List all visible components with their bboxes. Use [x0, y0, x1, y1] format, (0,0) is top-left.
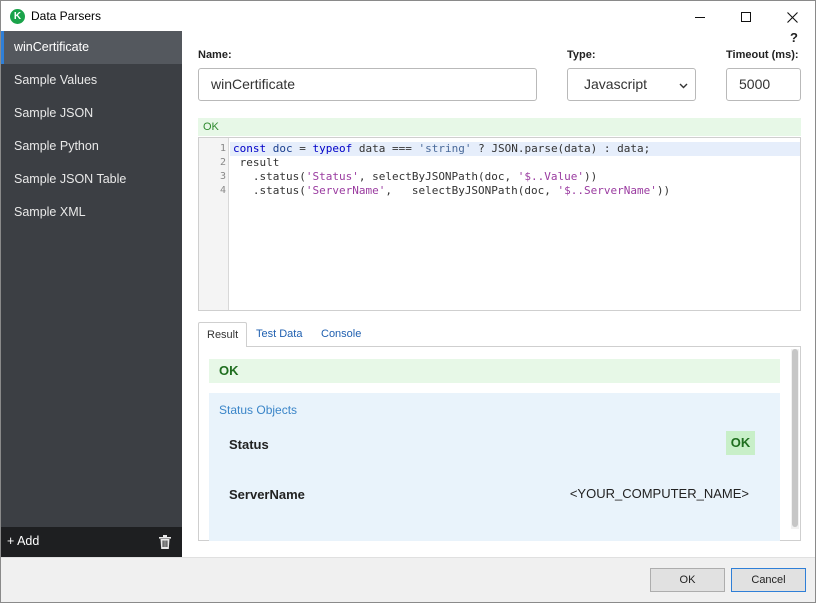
timeout-input[interactable]: 5000	[726, 68, 801, 101]
sidebar-footer: + Add	[1, 527, 182, 557]
line-number-gutter: 1 2 3 4	[199, 138, 229, 310]
status-row-label: Status	[229, 437, 269, 452]
maximize-icon	[741, 12, 751, 23]
help-button[interactable]: ?	[790, 30, 798, 45]
result-panel: OK Status Objects Status OK ServerName <…	[198, 347, 801, 541]
sidebar-item-sample-values[interactable]: Sample Values	[1, 64, 182, 97]
type-label: Type:	[567, 49, 596, 61]
title-bar: K Data Parsers	[1, 1, 815, 31]
status-badge: OK	[726, 431, 755, 455]
code-line-3: .status('Status', selectByJSONPath(doc, …	[233, 170, 598, 183]
minimize-icon	[695, 16, 705, 18]
tab-result[interactable]: Result	[198, 322, 248, 348]
sidebar-item-sample-xml[interactable]: Sample XML	[1, 196, 182, 229]
timeout-label: Timeout (ms):	[726, 49, 799, 61]
data-parsers-window: K Data Parsers winCertificate Sample Val…	[0, 0, 816, 603]
type-select-value: Javascript	[584, 76, 648, 92]
sidebar-item-sample-json[interactable]: Sample JSON	[1, 97, 182, 130]
code-line-2: result	[233, 156, 280, 169]
ok-button[interactable]: OK	[650, 568, 725, 592]
result-tabs: Result Test Data Console	[198, 322, 801, 348]
result-status-ok: OK	[209, 359, 780, 383]
sidebar-item-sample-python[interactable]: Sample Python	[1, 130, 182, 163]
minimize-button[interactable]	[677, 1, 723, 31]
add-parser-button[interactable]: + Add	[7, 534, 39, 548]
trash-icon[interactable]	[159, 535, 171, 549]
type-select[interactable]: Javascript	[567, 68, 696, 101]
line-number: 2	[219, 157, 226, 168]
dialog-footer: OK Cancel	[1, 557, 815, 602]
line-number: 3	[219, 171, 226, 182]
code-line-1: const doc = typeof data === 'string' ? J…	[233, 142, 651, 155]
servername-row-label: ServerName	[229, 487, 305, 502]
servername-value: <YOUR_COMPUTER_NAME>	[569, 486, 749, 501]
close-icon	[786, 11, 798, 23]
sidebar-item-wincertificate[interactable]: winCertificate	[1, 31, 182, 64]
tab-test-data[interactable]: Test Data	[248, 322, 310, 347]
status-objects-box: Status Objects Status OK ServerName <YOU…	[209, 393, 780, 541]
result-scrollbar[interactable]	[791, 349, 799, 529]
name-input[interactable]: winCertificate	[198, 68, 537, 101]
cancel-button[interactable]: Cancel	[731, 568, 806, 592]
sidebar-item-sample-json-table[interactable]: Sample JSON Table	[1, 163, 182, 196]
editor-status-ok: OK	[198, 118, 801, 136]
scrollbar-thumb[interactable]	[792, 349, 798, 527]
app-logo-icon: K	[10, 9, 25, 24]
chevron-down-icon	[679, 83, 688, 89]
code-editor[interactable]: 1 2 3 4 const doc = typeof data === 'str…	[198, 137, 801, 311]
name-label: Name:	[198, 49, 232, 61]
line-number: 1	[219, 143, 226, 154]
code-line-4: .status('ServerName', selectByJSONPath(d…	[233, 184, 671, 197]
window-title: Data Parsers	[31, 9, 102, 23]
status-objects-title: Status Objects	[219, 403, 298, 417]
maximize-button[interactable]	[723, 1, 769, 31]
parser-list-sidebar: winCertificate Sample Values Sample JSON…	[1, 31, 182, 557]
line-number: 4	[219, 185, 226, 196]
tab-console[interactable]: Console	[313, 322, 369, 347]
close-button[interactable]	[769, 1, 815, 31]
